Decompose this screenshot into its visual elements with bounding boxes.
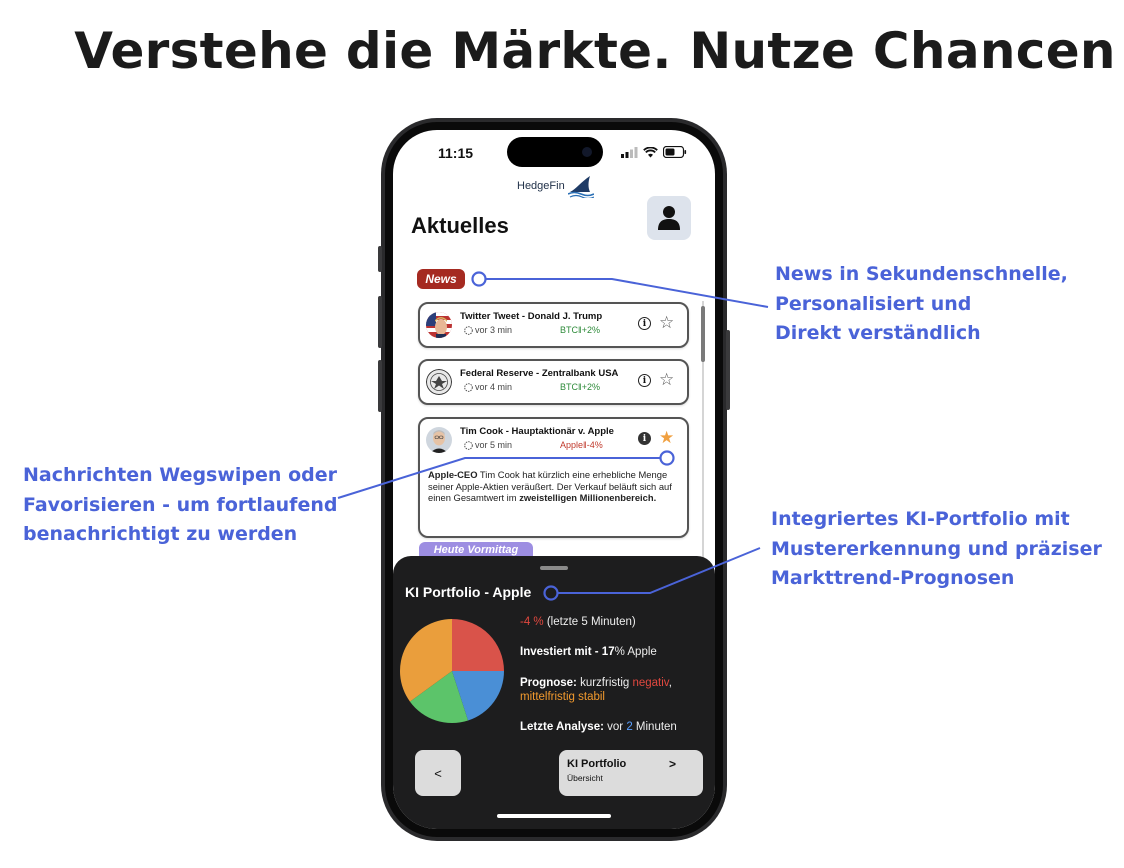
news-title: Twitter Tweet - Donald J. Trump <box>460 311 603 322</box>
star-outline-icon[interactable]: ☆ <box>659 313 674 333</box>
star-filled-icon[interactable]: ★ <box>659 428 674 448</box>
analysis-post: Minuten <box>632 721 677 733</box>
callout-line: Mustererkennung und präziser <box>771 537 1102 560</box>
cellular-signal-icon <box>621 146 638 158</box>
change-suffix: (letzte 5 Minuten) <box>543 616 636 628</box>
home-indicator <box>497 814 611 818</box>
callout-line: News in Sekundenschnelle, <box>775 263 1068 285</box>
forecast-short-value: negativ <box>632 677 669 689</box>
sheet-drag-handle[interactable] <box>540 566 568 570</box>
dynamic-island <box>507 137 603 167</box>
fed-seal-icon <box>426 369 452 395</box>
ki-portfolio-button-title: KI Portfolio <box>567 758 627 770</box>
callout-line: benachrichtigt zu werden <box>23 523 298 545</box>
callout-line: Direkt verständlich <box>775 322 981 344</box>
clock-icon <box>464 440 473 450</box>
profile-button[interactable] <box>647 196 691 240</box>
market-impact-tag: BTC‖+2% <box>560 325 600 335</box>
stat-change: -4 % (letzte 5 Minuten) <box>520 616 636 628</box>
chevron-right-icon: > <box>669 757 677 771</box>
forecast-comma: , <box>668 677 672 689</box>
invested-label: Investiert mit - 17 <box>520 646 615 658</box>
callout-line: Markttrend-Prognosen <box>771 567 1015 589</box>
headline: Verstehe die Märkte. Nutze Chancen <box>74 22 1116 80</box>
forecast-mid-value: mittelfristig stabil <box>520 691 605 703</box>
wifi-icon <box>643 146 658 157</box>
news-time: vor 5 min <box>464 440 512 450</box>
trump-avatar-icon <box>426 312 452 338</box>
battery-icon <box>663 146 687 158</box>
clock-icon <box>464 325 473 335</box>
news-time-text: vor 4 min <box>475 382 513 392</box>
stat-forecast: Prognose: kurzfristig negativ, mittelfri… <box>520 676 672 704</box>
stat-analysis: Letzte Analyse: vor 2 Minuten <box>520 721 677 733</box>
app-logo: HedgeFin <box>517 174 594 198</box>
news-body: Apple-CEO Tim Cook hat kürzlich eine erh… <box>428 469 680 504</box>
user-icon <box>658 206 680 230</box>
info-icon[interactable]: i <box>638 432 651 445</box>
news-time-text: vor 3 min <box>475 325 513 335</box>
star-outline-icon[interactable]: ☆ <box>659 370 674 390</box>
forecast-label: Prognose: <box>520 677 577 689</box>
change-value: -4 % <box>520 616 544 628</box>
news-time: vor 3 min <box>464 325 512 335</box>
news-card-expanded[interactable]: Tim Cook - Hauptaktionär v. Apple vor 5 … <box>418 417 689 538</box>
stat-invested: Investiert mit - 17% Apple <box>520 646 657 658</box>
callout-portfolio: Integriertes KI-Portfolio mit Mustererke… <box>771 505 1102 594</box>
volume-down-button <box>378 360 382 412</box>
logo-text: HedgeFin <box>517 180 565 192</box>
callout-line: Integriertes KI-Portfolio mit <box>771 508 1070 530</box>
shark-fin-icon <box>567 176 594 198</box>
status-time: 11:15 <box>438 145 474 161</box>
tim-cook-avatar-icon <box>426 427 452 453</box>
news-title: Federal Reserve - Zentralbank USA <box>460 368 619 379</box>
market-impact-tag: BTC‖+2% <box>560 382 600 392</box>
pie-slice-1 <box>452 619 504 671</box>
phone-screen: 11:15 HedgeFin Aktuelles News Twitter Tw… <box>393 130 715 829</box>
volume-up-button <box>378 296 382 348</box>
clock-icon <box>464 382 473 392</box>
page-title: Aktuelles <box>411 213 509 238</box>
news-title: Tim Cook - Hauptaktionär v. Apple <box>460 426 614 437</box>
portfolio-title: KI Portfolio - Apple <box>405 584 532 600</box>
power-button <box>726 330 730 410</box>
camera-icon <box>582 147 592 157</box>
invested-suffix: % Apple <box>614 646 657 658</box>
news-tag[interactable]: News <box>417 269 465 289</box>
portfolio-pie-chart <box>400 619 504 723</box>
back-button[interactable]: < <box>415 750 461 796</box>
callout-swipe: Nachrichten Wegswipen oder Favorisieren … <box>23 461 337 550</box>
news-time-text: vor 5 min <box>475 440 513 450</box>
forecast-short-text: kurzfristig <box>576 677 633 689</box>
scrollbar-thumb[interactable] <box>701 306 705 362</box>
info-icon[interactable]: i <box>638 317 651 330</box>
callout-line: Nachrichten Wegswipen oder <box>23 464 337 486</box>
news-card[interactable]: Federal Reserve - Zentralbank USA vor 4 … <box>418 359 689 405</box>
mute-switch <box>378 246 382 272</box>
status-icons <box>621 146 687 158</box>
market-impact-tag: Apple‖-4% <box>560 440 603 450</box>
ki-portfolio-button[interactable]: KI Portfolio Übersicht > <box>559 750 703 796</box>
ki-portfolio-button-subtitle: Übersicht <box>567 773 603 783</box>
analysis-pre: vor <box>603 721 627 733</box>
info-icon[interactable]: i <box>638 374 651 387</box>
callout-line: Favorisieren - um fortlaufend <box>23 493 338 516</box>
callout-news: News in Sekundenschnelle, Personalisiert… <box>775 260 1068 349</box>
analysis-label: Letzte Analyse: <box>520 721 604 733</box>
portfolio-sheet[interactable]: KI Portfolio - Apple -4 % (letzte 5 Minu… <box>393 556 715 829</box>
news-card[interactable]: Twitter Tweet - Donald J. Trump vor 3 mi… <box>418 302 689 348</box>
news-body-highlight: zweistelligen Millionenbereich. <box>519 492 657 503</box>
news-time: vor 4 min <box>464 382 512 392</box>
news-body-lead: Apple-CEO <box>428 469 478 480</box>
callout-line: Personalisiert und <box>775 292 972 315</box>
